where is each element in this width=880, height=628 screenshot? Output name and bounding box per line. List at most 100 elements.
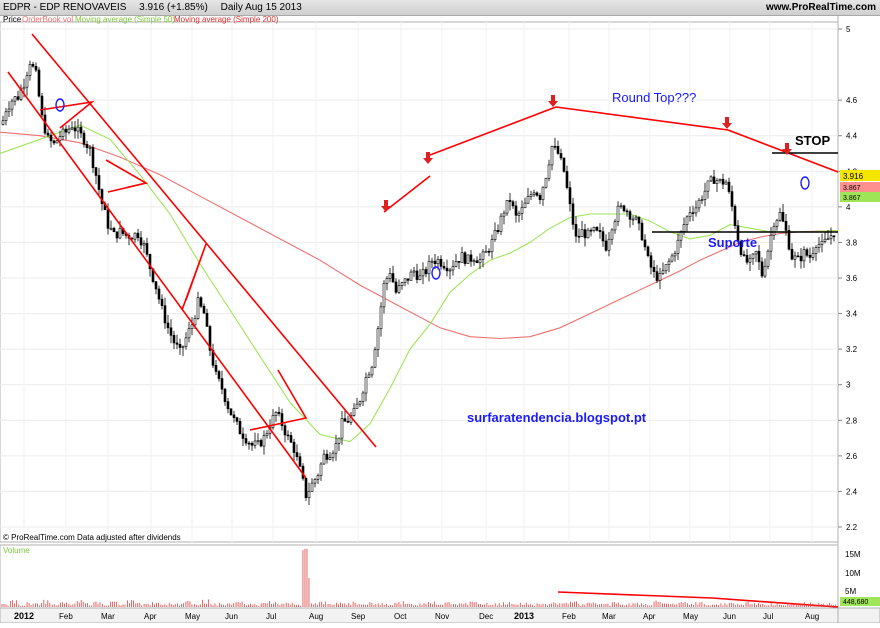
price-chart[interactable]: 54.64.44.243.83.63.43.232.82.62.42.2 201… [0, 15, 880, 624]
candle-body [343, 418, 347, 422]
candle-body [403, 278, 407, 283]
candle-body [109, 227, 113, 230]
last-price-value: 3.916 [843, 172, 864, 181]
candle-body [226, 401, 230, 410]
candle-body [673, 253, 677, 257]
candle-body [367, 374, 371, 378]
candle-body [346, 421, 350, 423]
x-tick-label: Jun [723, 612, 736, 621]
candle-body [511, 201, 515, 207]
candle-body [451, 266, 455, 271]
y-tick-label: 4 [846, 203, 851, 212]
candle-body [274, 411, 278, 416]
candle-body [754, 250, 758, 255]
candle-body [28, 64, 32, 77]
candle-body [817, 244, 821, 248]
candle-body [610, 229, 614, 240]
candle-body [328, 457, 332, 460]
legend-ma200: Moving average (Simple 200) [174, 16, 279, 24]
candle-body [631, 218, 635, 221]
candle-body [322, 453, 326, 465]
candle-body [385, 278, 389, 284]
site-link[interactable]: www.ProRealTime.com [766, 0, 876, 15]
candle-body [469, 254, 473, 262]
y-tick-label: 3.8 [846, 238, 858, 247]
candle-body [370, 366, 374, 376]
candle-body [298, 456, 302, 467]
x-tick-label: Jun [225, 612, 238, 621]
candle-body [829, 235, 833, 240]
candle-body [685, 216, 689, 225]
candle-body [724, 181, 728, 185]
candle-body [61, 128, 65, 137]
candle-body [184, 337, 188, 347]
candle-body [97, 175, 101, 190]
suporte-label: Suporte [708, 235, 757, 250]
candle-body [790, 248, 794, 260]
candle-body [145, 243, 149, 255]
candle-body [316, 475, 320, 480]
candle-body [52, 140, 56, 144]
candle-body [793, 255, 797, 260]
candle-body [697, 199, 701, 209]
candle-body [400, 282, 404, 286]
candle-body [712, 176, 716, 184]
candle-body [448, 269, 452, 272]
candle-body [82, 132, 86, 145]
candle-body [406, 278, 410, 281]
candle-body [436, 258, 440, 265]
candle-body [628, 211, 632, 220]
candle-body [79, 126, 83, 134]
candle-body [331, 452, 335, 458]
candle-body [535, 192, 539, 196]
candle-body [517, 213, 521, 216]
candle-body [355, 403, 359, 409]
candle-body [193, 318, 197, 326]
candle-body [352, 408, 356, 416]
candle-body [133, 232, 137, 240]
chart-area[interactable]: 54.64.44.243.83.63.43.232.82.62.42.2 201… [0, 15, 880, 624]
candle-body [703, 190, 707, 200]
candle-body [613, 221, 617, 231]
x-tick-label: Jul [266, 612, 276, 621]
candle-body [85, 144, 89, 148]
volume-last-value: 448,680 [843, 599, 868, 606]
candle-body [577, 235, 581, 238]
candle-body [313, 479, 317, 484]
candle-body [526, 196, 530, 204]
candle-body [592, 226, 596, 231]
candle-body [178, 343, 182, 348]
candle-body [475, 260, 479, 264]
candle-body [568, 187, 572, 205]
candle-body [478, 259, 482, 264]
y-tick-label: 2.6 [846, 452, 858, 461]
candle-body [496, 230, 500, 232]
candle-body [394, 281, 398, 293]
candle-body [217, 371, 221, 379]
candle-body [190, 324, 194, 329]
candle-body [238, 421, 242, 435]
candle-body [769, 234, 773, 252]
candle-body [412, 270, 416, 273]
candle-body [460, 252, 464, 263]
candle-body [439, 258, 443, 267]
candle-body [22, 86, 26, 90]
candle-body [622, 205, 626, 212]
candle-body [262, 435, 266, 447]
candle-body [187, 328, 191, 339]
candle-body [295, 452, 299, 458]
candle-body [13, 96, 17, 102]
candle-body [244, 438, 248, 444]
x-tick-label: May [185, 612, 200, 621]
candle-body [289, 435, 293, 443]
candle-body [715, 180, 719, 184]
blog-watermark: surfaratendencia.blogspot.pt [467, 410, 647, 425]
candle-body [463, 252, 467, 264]
candle-body [637, 216, 641, 224]
candle-body [277, 411, 281, 414]
candle-body [670, 255, 674, 262]
candle-body [601, 231, 605, 242]
candle-body [58, 136, 62, 141]
candle-body [658, 273, 662, 281]
volume-tick-5m: 5M [845, 587, 856, 596]
